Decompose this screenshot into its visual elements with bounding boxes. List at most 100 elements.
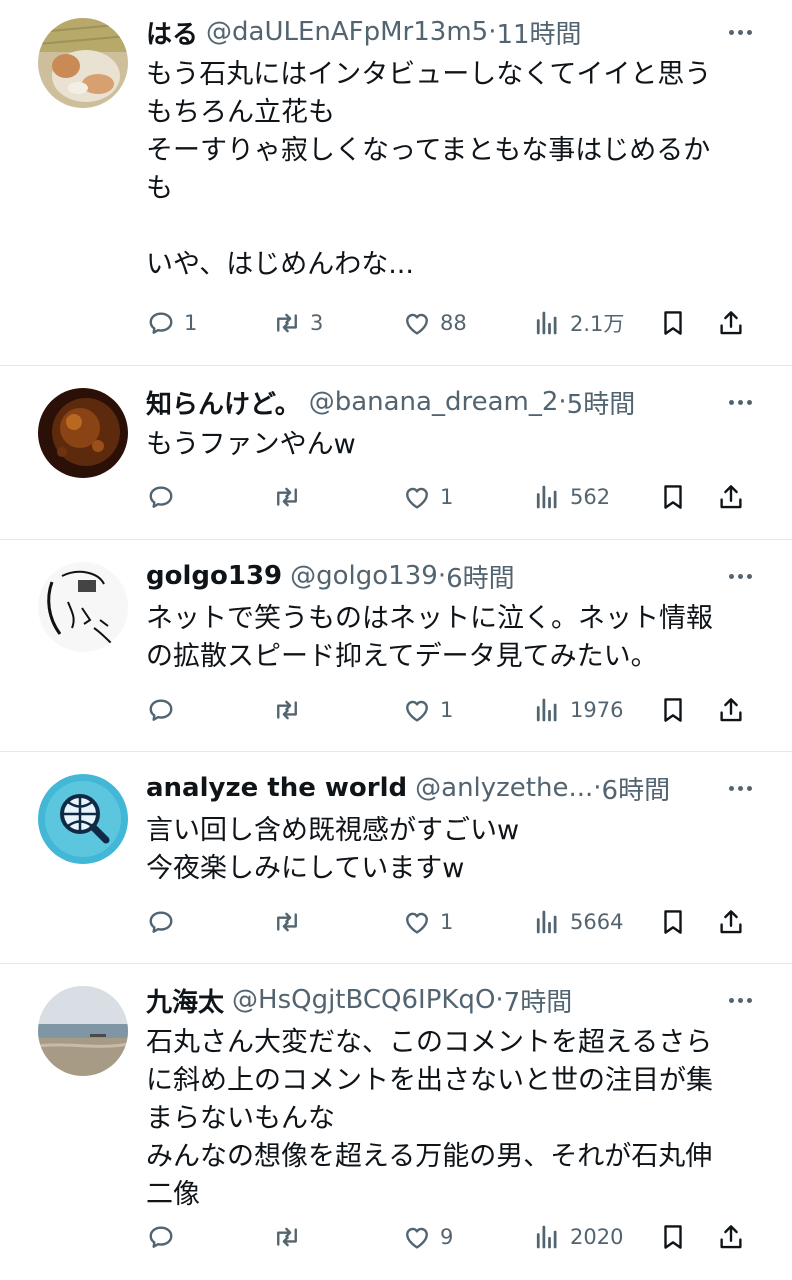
text-line: 言い回し含め既視感がすごいw [146,815,520,846]
tweet[interactable]: analyze the world @anlyzethe... · 6時間 言い… [0,752,792,964]
bookmark-button[interactable] [658,477,688,517]
share-button[interactable] [716,303,746,343]
bookmark-button[interactable] [658,902,688,942]
views-chart-icon [536,311,557,335]
more-options-icon[interactable] [729,14,752,50]
share-button[interactable] [716,1217,746,1257]
reply-button[interactable]: 1 [146,303,197,343]
views-chart-icon [536,485,557,509]
sketch-face-avatar [38,562,128,652]
text-line: 今夜楽しみにしていますw [146,853,465,884]
tweet[interactable]: 九海太 @HsQgjtBCQ6IPKqO · 7時間 石丸さん大変だな、このコメ… [0,964,792,1280]
like-button[interactable]: 1 [402,902,453,942]
reply-button[interactable] [146,902,184,942]
repost-count: 3 [310,311,324,335]
user-handle[interactable]: @HsQgjtBCQ6IPKqO [232,985,495,1015]
display-name[interactable]: golgo139 [146,561,282,591]
avatar[interactable] [38,388,128,478]
views-button[interactable]: 5664 [532,902,623,942]
more-options-icon[interactable] [729,384,752,420]
action-bar: 1 1976 [146,690,752,730]
more-options-icon[interactable] [729,558,752,594]
user-handle[interactable]: @golgo139 [290,561,438,591]
text-line: ネットで笑うものはネットに泣く。ネット情報 [146,603,713,634]
separator-dot: · [437,561,447,591]
share-icon [720,910,742,934]
heart-icon [406,487,428,509]
display-name[interactable]: 九海太 [146,982,224,1019]
dark-orange-photo-avatar [38,388,128,478]
text-line: みんなの想像を超える万能の男、それが石丸伸 [146,1141,713,1172]
action-bar: 1 5664 [146,902,752,942]
text-line: 二像 [146,1179,200,1210]
avatar[interactable] [38,986,128,1076]
timestamp[interactable]: 5時間 [567,384,636,421]
reply-button[interactable] [146,1217,184,1257]
repost-button[interactable] [272,477,310,517]
reply-count: 1 [184,311,198,335]
timestamp[interactable]: 7時間 [504,982,573,1019]
repost-button[interactable] [272,1217,310,1257]
like-count: 1 [440,698,454,722]
tweet[interactable]: はる @daULEnAFpMr13m5 · 11時間 もう石丸にはインタビューし… [0,0,792,366]
separator-dot: · [593,773,602,803]
views-button[interactable]: 2020 [532,1217,623,1257]
heart-icon [406,912,428,934]
like-button[interactable]: 88 [402,303,467,343]
view-count: 562 [570,485,611,509]
user-handle[interactable]: @banana_dream_2 [309,387,559,417]
tweet[interactable]: golgo139 @golgo139 · 6時間 ネットで笑うものはネットに泣く… [0,540,792,752]
like-button[interactable]: 9 [402,1217,453,1257]
like-button[interactable]: 1 [402,477,453,517]
views-chart-icon [536,1225,557,1249]
views-button[interactable]: 1976 [532,690,623,730]
user-handle[interactable]: @daULEnAFpMr13m5 [206,17,488,47]
text-line: に斜め上のコメントを出さないと世の注目が集 [146,1065,713,1096]
like-button[interactable]: 1 [402,690,453,730]
repost-icon [277,1227,297,1247]
display-name[interactable]: analyze the world [146,773,407,803]
text-line: も [146,173,173,204]
reply-icon [149,312,173,334]
separator-dot: · [495,985,504,1015]
share-icon [720,311,742,335]
share-button[interactable] [716,690,746,730]
timestamp[interactable]: 6時間 [446,558,515,595]
repost-button[interactable] [272,902,310,942]
display-name[interactable]: はる [146,14,198,51]
display-name[interactable]: 知らんけど。 [146,384,301,421]
user-handle[interactable]: @anlyzethe... [415,773,593,803]
action-bar: 1 562 [146,477,752,517]
avatar[interactable] [38,562,128,652]
view-count: 2.1万 [570,312,625,336]
cat-photo-avatar [38,18,128,108]
share-icon [720,1225,742,1249]
timestamp[interactable]: 11時間 [496,14,581,51]
tweet[interactable]: 知らんけど。 @banana_dream_2 · 5時間 もうファンやんw 1 [0,366,792,540]
reply-button[interactable] [146,477,184,517]
more-options-icon[interactable] [729,982,752,1018]
bookmark-button[interactable] [658,303,688,343]
view-count: 2020 [570,1225,624,1249]
bookmark-button[interactable] [658,1217,688,1257]
more-options-icon[interactable] [729,770,752,806]
separator-dot: · [488,17,497,47]
reply-icon [149,699,173,721]
reply-feed: はる @daULEnAFpMr13m5 · 11時間 もう石丸にはインタビューし… [0,0,792,1280]
views-button[interactable]: 562 [532,477,610,517]
share-button[interactable] [716,477,746,517]
reply-button[interactable] [146,690,184,730]
repost-button[interactable] [272,690,310,730]
share-button[interactable] [716,902,746,942]
views-button[interactable]: 2.1万 [532,303,624,343]
avatar[interactable] [38,774,128,864]
timestamp[interactable]: 6時間 [602,770,671,807]
repost-button[interactable]: 3 [272,303,323,343]
bookmark-button[interactable] [658,690,688,730]
text-line: そーすりゃ寂しくなってまともな事はじめるか [146,135,711,166]
avatar[interactable] [38,18,128,108]
tweet-text: もう石丸にはインタビューしなくてイイと思う もちろん立花も そーすりゃ寂しくなっ… [146,56,752,284]
tweet-text: 石丸さん大変だな、このコメントを超えるさら に斜め上のコメントを出さないと世の注… [146,1024,752,1214]
bookmark-icon [664,485,682,509]
tweet-text: 言い回し含め既視感がすごいw 今夜楽しみにしていますw [146,812,752,888]
